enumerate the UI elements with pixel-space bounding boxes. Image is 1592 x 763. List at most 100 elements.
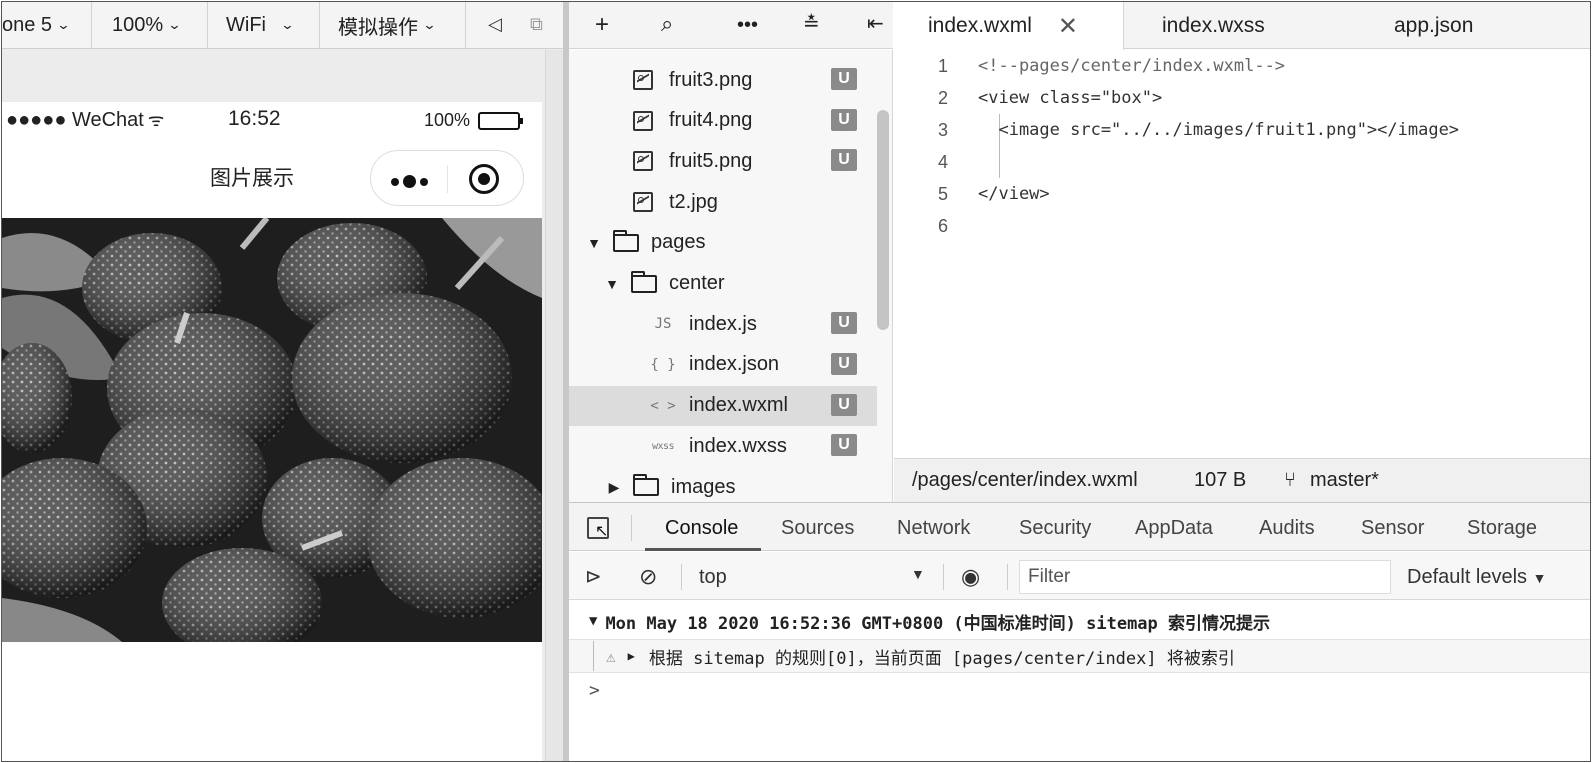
file-tree-row[interactable]: fruit4.png U (569, 101, 877, 141)
code-editor: index.wxml ✕ index.wxss app.json 1 <!--pages… (894, 2, 1590, 502)
context-select[interactable]: top (699, 566, 727, 589)
eye-icon[interactable]: ◉ (961, 564, 980, 590)
battery-percent: 100% (424, 110, 471, 130)
volume-icon[interactable]: ◁ (488, 14, 502, 35)
more-icon[interactable]: ••• (737, 14, 758, 37)
file-tree-row[interactable]: t2.jpg (569, 182, 877, 222)
more-icon[interactable] (391, 175, 428, 188)
git-branch[interactable]: master* (1310, 469, 1379, 492)
zoom-label: 100% (112, 13, 164, 36)
devtools-tab-audits[interactable]: Audits (1259, 517, 1315, 540)
add-file-icon[interactable]: + (595, 11, 609, 39)
file-tree-row[interactable]: fruit3.png U (569, 60, 877, 100)
file-name: center (669, 272, 725, 294)
console-group-message[interactable]: ▼ Mon May 18 2020 16:52:36 GMT+0800 (中国标… (569, 603, 1590, 639)
code-line[interactable]: 3 <image src="../../images/fruit1.png"><… (894, 114, 1590, 146)
network-select[interactable]: WiFi ⌄ (208, 2, 320, 48)
file-tree-row[interactable]: JS index.js U (569, 304, 877, 344)
code-line[interactable]: 6 (894, 210, 1590, 242)
editor-tab[interactable]: index.wxss (1130, 2, 1310, 49)
tab-label: app.json (1394, 13, 1474, 37)
code-line[interactable]: 2 <view class="box"> (894, 82, 1590, 114)
devtools-tab-storage[interactable]: Storage (1467, 517, 1537, 540)
file-tree-row[interactable]: fruit5.png U (569, 141, 877, 181)
collapsed-arrow-icon[interactable]: ▶ (605, 479, 623, 496)
image-file-icon (633, 70, 653, 90)
expand-triangle-icon[interactable]: ▶ (628, 649, 635, 663)
expand-triangle-icon[interactable]: ▼ (589, 613, 597, 629)
clear-console-icon[interactable]: ⊘ (639, 564, 657, 590)
folder-icon (631, 270, 657, 293)
untracked-badge: U (831, 434, 857, 457)
expanded-arrow-icon[interactable]: ▼ (585, 235, 603, 251)
caret-down-icon[interactable]: ▼ (911, 566, 925, 582)
group-guide (593, 641, 594, 671)
search-icon[interactable]: ⌕ (661, 11, 673, 37)
code-line[interactable]: 5 </view> (894, 178, 1590, 210)
file-size: 107 B (1194, 469, 1247, 491)
close-icon[interactable]: ✕ (1058, 12, 1078, 41)
file-tree-row[interactable]: ▼ pages (569, 223, 877, 263)
zoom-select[interactable]: 100% ⌄ (92, 2, 208, 48)
console-input[interactable]: > (569, 675, 1590, 705)
operation-select[interactable]: 模拟操作 ⌄ (320, 2, 466, 48)
active-tab-indicator (645, 548, 761, 551)
untracked-badge: U (831, 393, 857, 416)
devtools-tab-console[interactable]: Console (665, 517, 738, 540)
code-lines[interactable]: 1 <!--pages/center/index.wxml--> 2 <view cl… (894, 50, 1590, 458)
file-name: fruit3.png (669, 68, 753, 91)
phone-screen: ●●●●● WeChat ᯤ 16:52 100% 图片展示 (2, 102, 542, 761)
phone-navbar: 图片展示 (2, 140, 542, 218)
untracked-badge: U (831, 68, 857, 90)
code-line[interactable]: 4 (894, 146, 1590, 178)
wifi-icon: ᯤ (147, 110, 165, 130)
warning-icon: ⚠ (606, 646, 616, 666)
file-tree-row[interactable]: wxss index.wxss U (569, 426, 877, 466)
console-toolbar: ⊳ ⊘ top ▼ ◉ Default levels ▼ (569, 552, 1590, 600)
file-tree-row[interactable]: ▶ images (569, 467, 877, 502)
folder-icon (613, 229, 639, 252)
inspect-element-icon[interactable] (587, 517, 609, 541)
file-tree-row[interactable]: { } index.json U (569, 345, 877, 385)
file-tree-row[interactable]: < > index.wxml U (569, 385, 877, 426)
sidebar-toggle-icon[interactable]: ⊳ (585, 564, 602, 589)
code-line[interactable]: 1 <!--pages/center/index.wxml--> (894, 50, 1590, 82)
simulator-scrollbar[interactable] (545, 50, 563, 761)
console-group-text: Mon May 18 2020 16:52:36 GMT+0800 (中国标准时… (605, 613, 1271, 634)
filter-input[interactable] (1019, 560, 1391, 594)
file-tree-scrollbar[interactable] (877, 110, 889, 330)
log-levels-select[interactable]: Default levels ▼ (1407, 566, 1546, 589)
untracked-badge: U (831, 312, 857, 335)
editor-tab[interactable]: app.json (1364, 2, 1524, 49)
device-select[interactable]: one 5 ⌄ (2, 2, 92, 48)
battery-status: 100% (424, 110, 524, 131)
console-warning-message[interactable]: ⚠ ▶ 根据 sitemap 的规则[0]，当前页面 [pages/center… (569, 639, 1590, 673)
toolbar-separator (1007, 564, 1008, 590)
tab-label: index.wxss (1162, 13, 1265, 37)
window-icon[interactable]: ⧉ (530, 14, 543, 35)
close-miniprogram-icon[interactable] (469, 164, 499, 194)
collapse-icon[interactable]: ≛ (803, 11, 820, 36)
devtools-tab-sensor[interactable]: Sensor (1361, 517, 1424, 540)
image-file-icon (633, 151, 653, 172)
file-name: fruit5.png (669, 149, 753, 172)
devtools-tab-network[interactable]: Network (897, 517, 970, 540)
toolbar-separator (943, 564, 944, 590)
chevron-down-icon: ⌄ (280, 17, 295, 32)
devtools-tab-appdata[interactable]: AppData (1135, 517, 1213, 540)
phone-status-bar: ●●●●● WeChat ᯤ 16:52 100% (2, 102, 542, 140)
file-name: index.js (689, 312, 757, 335)
devtools-tab-sources[interactable]: Sources (781, 517, 854, 540)
file-name: pages (651, 231, 706, 254)
code-text: <image src="../../images/fruit1.png"></i… (978, 120, 1460, 140)
toggle-panel-icon[interactable]: ⇤ (867, 11, 884, 36)
devtools-tab-security[interactable]: Security (1019, 517, 1091, 540)
simulator-panel: one 5 ⌄ 100% ⌄ WiFi ⌄ 模拟操作 ⌄ ◁ ⧉ ●●●●● WeCha… (2, 2, 569, 761)
file-name: images (671, 475, 736, 498)
expanded-arrow-icon[interactable]: ▼ (603, 276, 621, 292)
editor-tab[interactable]: index.wxml ✕ (894, 2, 1124, 50)
simulator-toolbar: one 5 ⌄ 100% ⌄ WiFi ⌄ 模拟操作 ⌄ ◁ ⧉ (2, 2, 568, 49)
file-name: index.wxml (689, 394, 788, 417)
file-tree-row[interactable]: ▼ center (569, 264, 877, 304)
git-branch-icon: ⑂ (1284, 469, 1296, 491)
